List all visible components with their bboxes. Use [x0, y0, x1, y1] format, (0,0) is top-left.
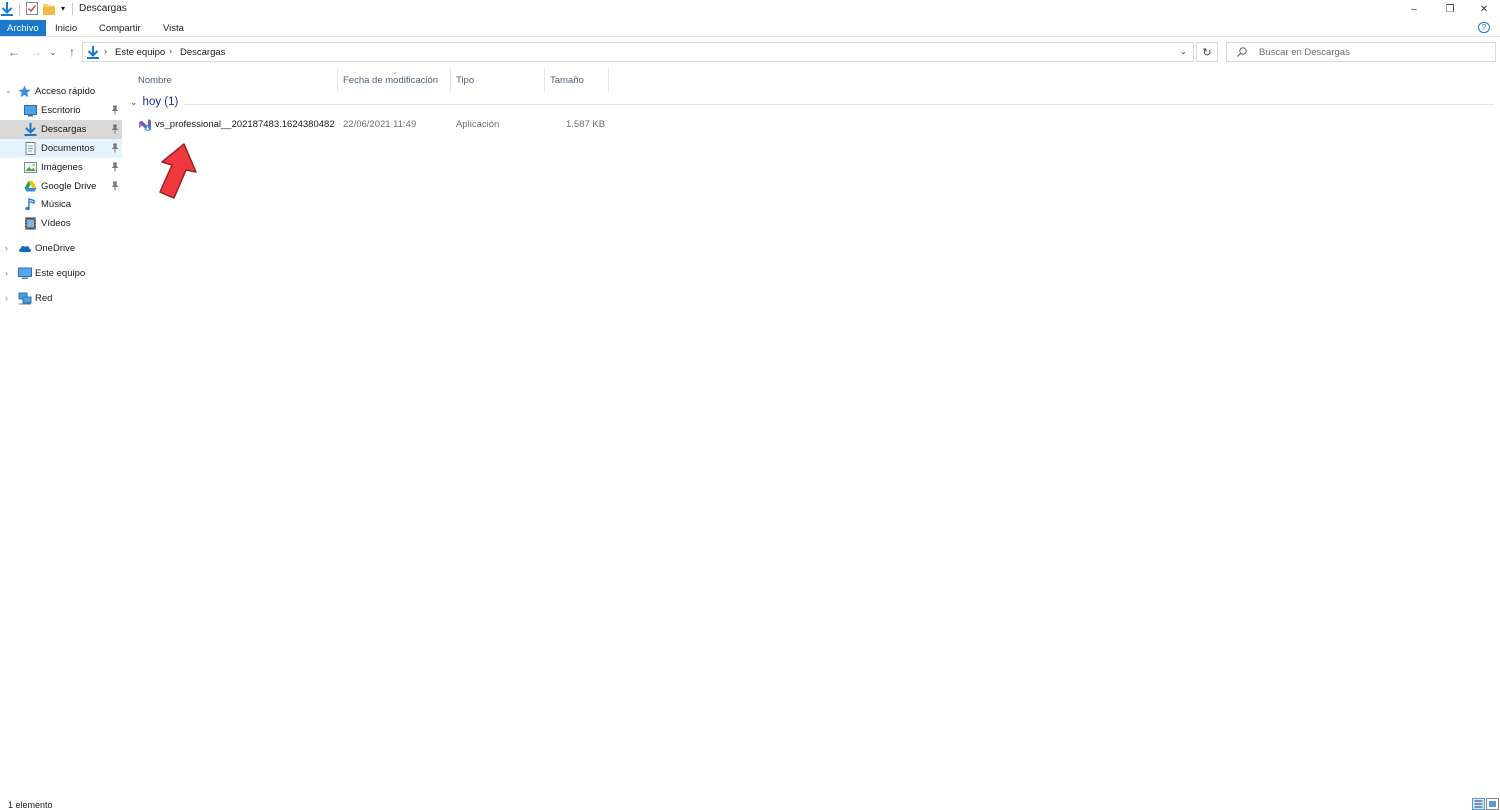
documents-icon — [24, 142, 37, 155]
title-bar: ▾ Descargas – ❐ ✕ — [0, 0, 1500, 18]
breadcrumb-este-equipo[interactable]: Este equipo — [115, 47, 165, 58]
forward-button[interactable]: → — [28, 44, 44, 60]
sidebar-item-imagenes[interactable]: Imágenes — [0, 158, 122, 177]
sidebar-item-label: Red — [35, 293, 53, 304]
sidebar-item-label: Acceso rápido — [35, 86, 96, 97]
restore-button[interactable]: ❐ — [1432, 0, 1468, 18]
sidebar-item-label: Música — [41, 199, 72, 210]
file-size: 1.587 KB — [566, 119, 606, 130]
sidebar-item-documentos[interactable]: Documentos — [0, 139, 122, 158]
sidebar-item-label: OneDrive — [35, 243, 76, 254]
file-name: vs_professional__202187483.1624380482 — [155, 119, 335, 130]
navigation-pane: ⌄ Acceso rápido Escritorio Descargas Doc… — [0, 68, 124, 798]
desktop-icon — [24, 104, 37, 117]
file-modified: 22/06/2021 11:49 — [343, 119, 417, 130]
pictures-icon — [24, 161, 37, 174]
annotation-arrow — [159, 143, 197, 199]
column-header-tamano[interactable]: Tamaño — [545, 68, 609, 92]
sidebar-item-label: Este equipo — [35, 268, 86, 279]
search-icon — [1237, 47, 1247, 57]
pin-icon[interactable] — [111, 181, 119, 191]
sidebar-item-este-equipo[interactable]: › Este equipo — [0, 264, 122, 283]
qat-separator — [72, 3, 73, 15]
refresh-button[interactable]: ↻ — [1196, 42, 1218, 62]
search-box[interactable]: Buscar en Descargas — [1226, 42, 1496, 62]
breadcrumb-descargas[interactable]: Descargas — [180, 47, 225, 58]
table-row[interactable]: vs_professional__202187483.1624380482 22… — [134, 116, 614, 134]
details-view-icon[interactable] — [1472, 798, 1485, 810]
chevron-down-icon[interactable]: ⌄ — [130, 97, 138, 108]
window-title: Descargas — [79, 3, 127, 14]
pin-icon[interactable] — [111, 143, 119, 153]
star-icon — [18, 85, 31, 98]
item-count: 1 elemento — [8, 800, 53, 810]
chevron-right-icon[interactable]: › — [169, 46, 172, 56]
network-icon — [18, 292, 32, 305]
up-button[interactable]: ↑ — [64, 44, 80, 60]
minimize-button[interactable]: – — [1396, 0, 1432, 18]
download-folder-icon — [0, 1, 14, 16]
sidebar-item-onedrive[interactable]: › OneDrive — [0, 239, 122, 258]
file-list: ⌄ Nombre Fecha de modificación Tipo Tama… — [124, 68, 1500, 798]
qat-separator — [19, 3, 20, 15]
music-icon — [24, 197, 37, 211]
sidebar-item-label: Escritorio — [41, 105, 81, 116]
customize-qat-icon[interactable]: ▾ — [58, 1, 68, 16]
sidebar-item-label: Descargas — [41, 124, 87, 135]
sidebar-item-escritorio[interactable]: Escritorio — [0, 101, 122, 120]
column-header-tipo[interactable]: Tipo — [451, 68, 545, 92]
back-button[interactable]: ← — [6, 44, 22, 60]
pin-icon[interactable] — [111, 162, 119, 172]
chevron-right-icon[interactable]: › — [104, 46, 107, 56]
recent-locations-button[interactable]: ⌄ — [48, 44, 58, 60]
navigation-bar: ← → ⌄ ↑ › Este equipo › Descargas ⌄ ↻ Bu… — [0, 38, 1500, 66]
address-bar[interactable]: › Este equipo › Descargas ⌄ — [82, 42, 1194, 62]
visual-studio-installer-icon — [138, 118, 152, 135]
sidebar-item-musica[interactable]: Música — [0, 195, 122, 214]
sidebar-item-quick-access[interactable]: ⌄ Acceso rápido — [0, 82, 122, 101]
file-type: Aplicación — [456, 119, 500, 130]
sidebar-item-label: Google Drive — [41, 181, 97, 192]
new-folder-icon[interactable] — [42, 1, 56, 16]
sidebar-item-label: Imágenes — [41, 162, 83, 173]
group-header-label: hoy (1) — [142, 96, 179, 108]
group-header-hoy[interactable]: ⌄ hoy (1) — [130, 96, 178, 108]
pin-icon[interactable] — [111, 124, 119, 134]
pin-icon[interactable] — [111, 105, 119, 115]
sidebar-item-label: Documentos — [41, 143, 95, 154]
close-button[interactable]: ✕ — [1466, 0, 1500, 18]
help-icon[interactable]: ? — [1478, 22, 1490, 33]
address-dropdown-icon[interactable]: ⌄ — [1179, 46, 1187, 57]
tab-vista[interactable]: Vista — [155, 20, 192, 36]
chevron-down-icon[interactable]: ⌄ — [5, 86, 12, 95]
large-icons-view-icon[interactable] — [1486, 798, 1499, 810]
chevron-right-icon[interactable]: › — [5, 243, 8, 253]
status-bar: 1 elemento — [0, 798, 1500, 810]
ribbon-tabs: Archivo Inicio Compartir Vista ? — [0, 18, 1500, 37]
chevron-right-icon[interactable]: › — [5, 293, 8, 303]
sidebar-item-videos[interactable]: Vídeos — [0, 214, 122, 233]
onedrive-icon — [18, 242, 32, 255]
google-drive-icon — [24, 180, 37, 193]
sidebar-item-descargas[interactable]: Descargas — [0, 120, 122, 139]
download-icon — [24, 123, 37, 136]
tab-compartir[interactable]: Compartir — [91, 20, 149, 36]
chevron-right-icon[interactable]: › — [5, 268, 8, 278]
search-input[interactable]: Buscar en Descargas — [1259, 47, 1350, 58]
properties-icon[interactable] — [25, 1, 39, 16]
sidebar-item-red[interactable]: › Red — [0, 289, 122, 308]
group-divider — [184, 104, 1494, 105]
tab-inicio[interactable]: Inicio — [47, 20, 85, 36]
column-header-fecha[interactable]: Fecha de modificación — [338, 68, 451, 92]
this-pc-icon — [18, 267, 32, 280]
sidebar-item-label: Vídeos — [41, 218, 71, 229]
tab-archivo[interactable]: Archivo — [0, 20, 46, 36]
sidebar-item-google-drive[interactable]: Google Drive — [0, 177, 122, 196]
column-header-nombre[interactable]: Nombre — [124, 68, 338, 92]
download-icon — [87, 46, 99, 62]
videos-icon — [24, 217, 37, 230]
